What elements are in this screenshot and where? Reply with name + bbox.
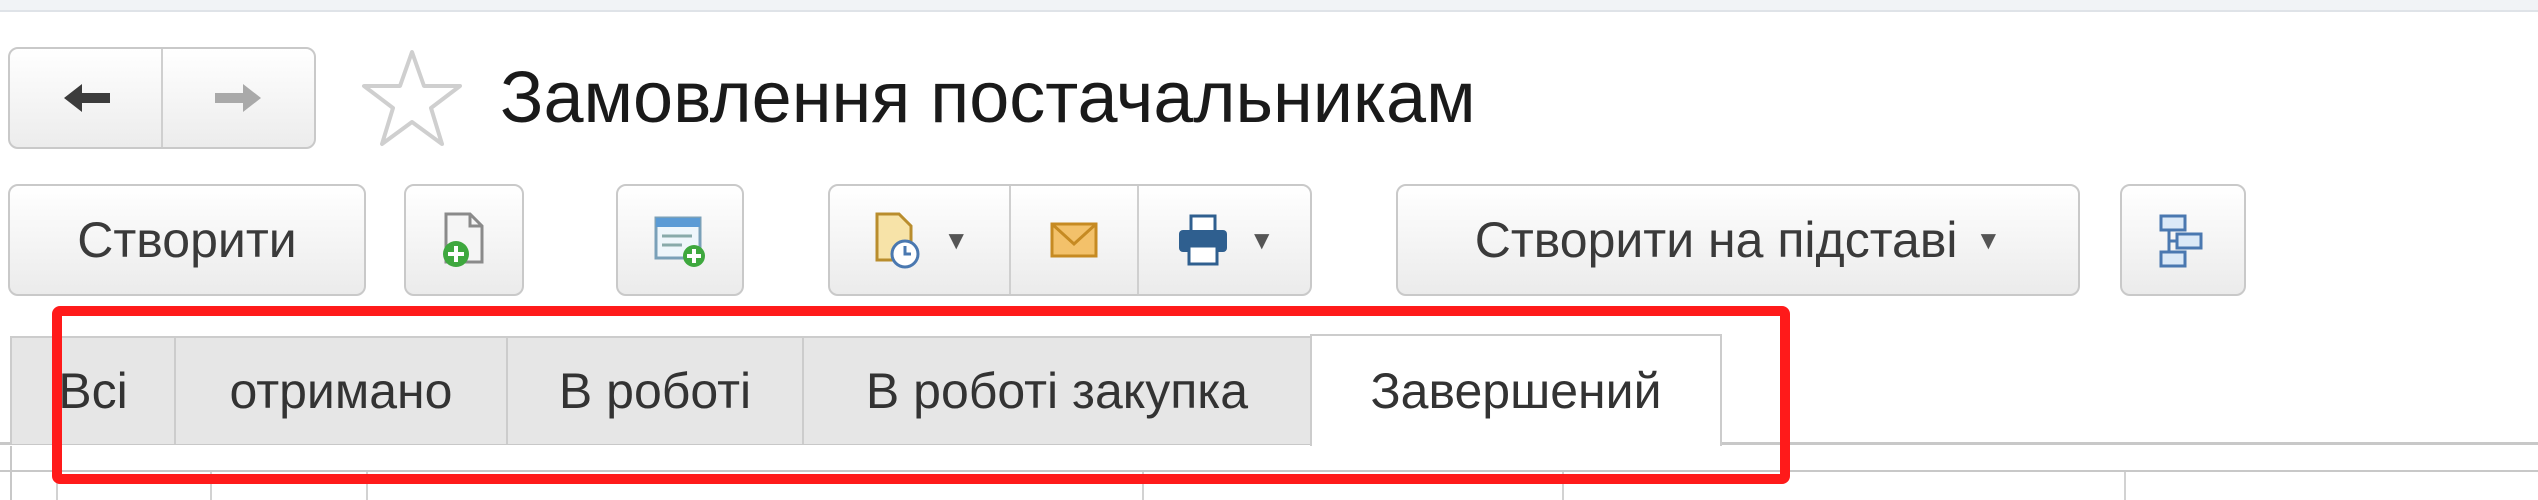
create-based-on-caret: ▼ xyxy=(1975,224,2002,255)
report-mail-print-group: ▼ ▼ xyxy=(828,184,1312,296)
create-button[interactable]: Створити xyxy=(8,184,366,296)
add-list-icon xyxy=(654,216,705,267)
create-button-label: Створити xyxy=(77,212,297,268)
print-button[interactable]: ▼ xyxy=(1137,186,1310,294)
grid-left-border xyxy=(10,446,12,500)
add-list-button[interactable] xyxy=(616,184,744,296)
report-clock-icon xyxy=(875,212,920,269)
create-based-on-label: Створити на підставі xyxy=(1474,212,1958,268)
forward-button[interactable] xyxy=(161,49,314,147)
grid-column-divider[interactable] xyxy=(2124,472,2126,500)
report-dropdown-caret[interactable]: ▼ xyxy=(943,225,969,256)
arrow-left-icon xyxy=(63,84,110,112)
back-button[interactable] xyxy=(10,49,161,147)
page-title: Замовлення постачальникам xyxy=(500,58,1476,138)
email-button[interactable] xyxy=(1008,186,1138,294)
highlight-rectangle xyxy=(52,306,1790,484)
printer-icon xyxy=(1178,214,1227,266)
create-based-on-button[interactable]: Створити на підставі ▼ xyxy=(1396,184,2080,296)
copy-button[interactable] xyxy=(404,184,524,296)
print-dropdown-caret[interactable]: ▼ xyxy=(1249,225,1275,256)
structure-button[interactable] xyxy=(2120,184,2246,296)
navigation-buttons xyxy=(8,47,316,149)
structure-icon xyxy=(2159,214,2203,268)
envelope-icon xyxy=(1050,222,1098,258)
window-top-rule xyxy=(0,0,2538,12)
report-button[interactable]: ▼ xyxy=(830,186,1009,294)
copy-document-icon xyxy=(443,212,484,267)
arrow-right-icon xyxy=(214,84,261,112)
star-icon[interactable] xyxy=(360,48,464,148)
